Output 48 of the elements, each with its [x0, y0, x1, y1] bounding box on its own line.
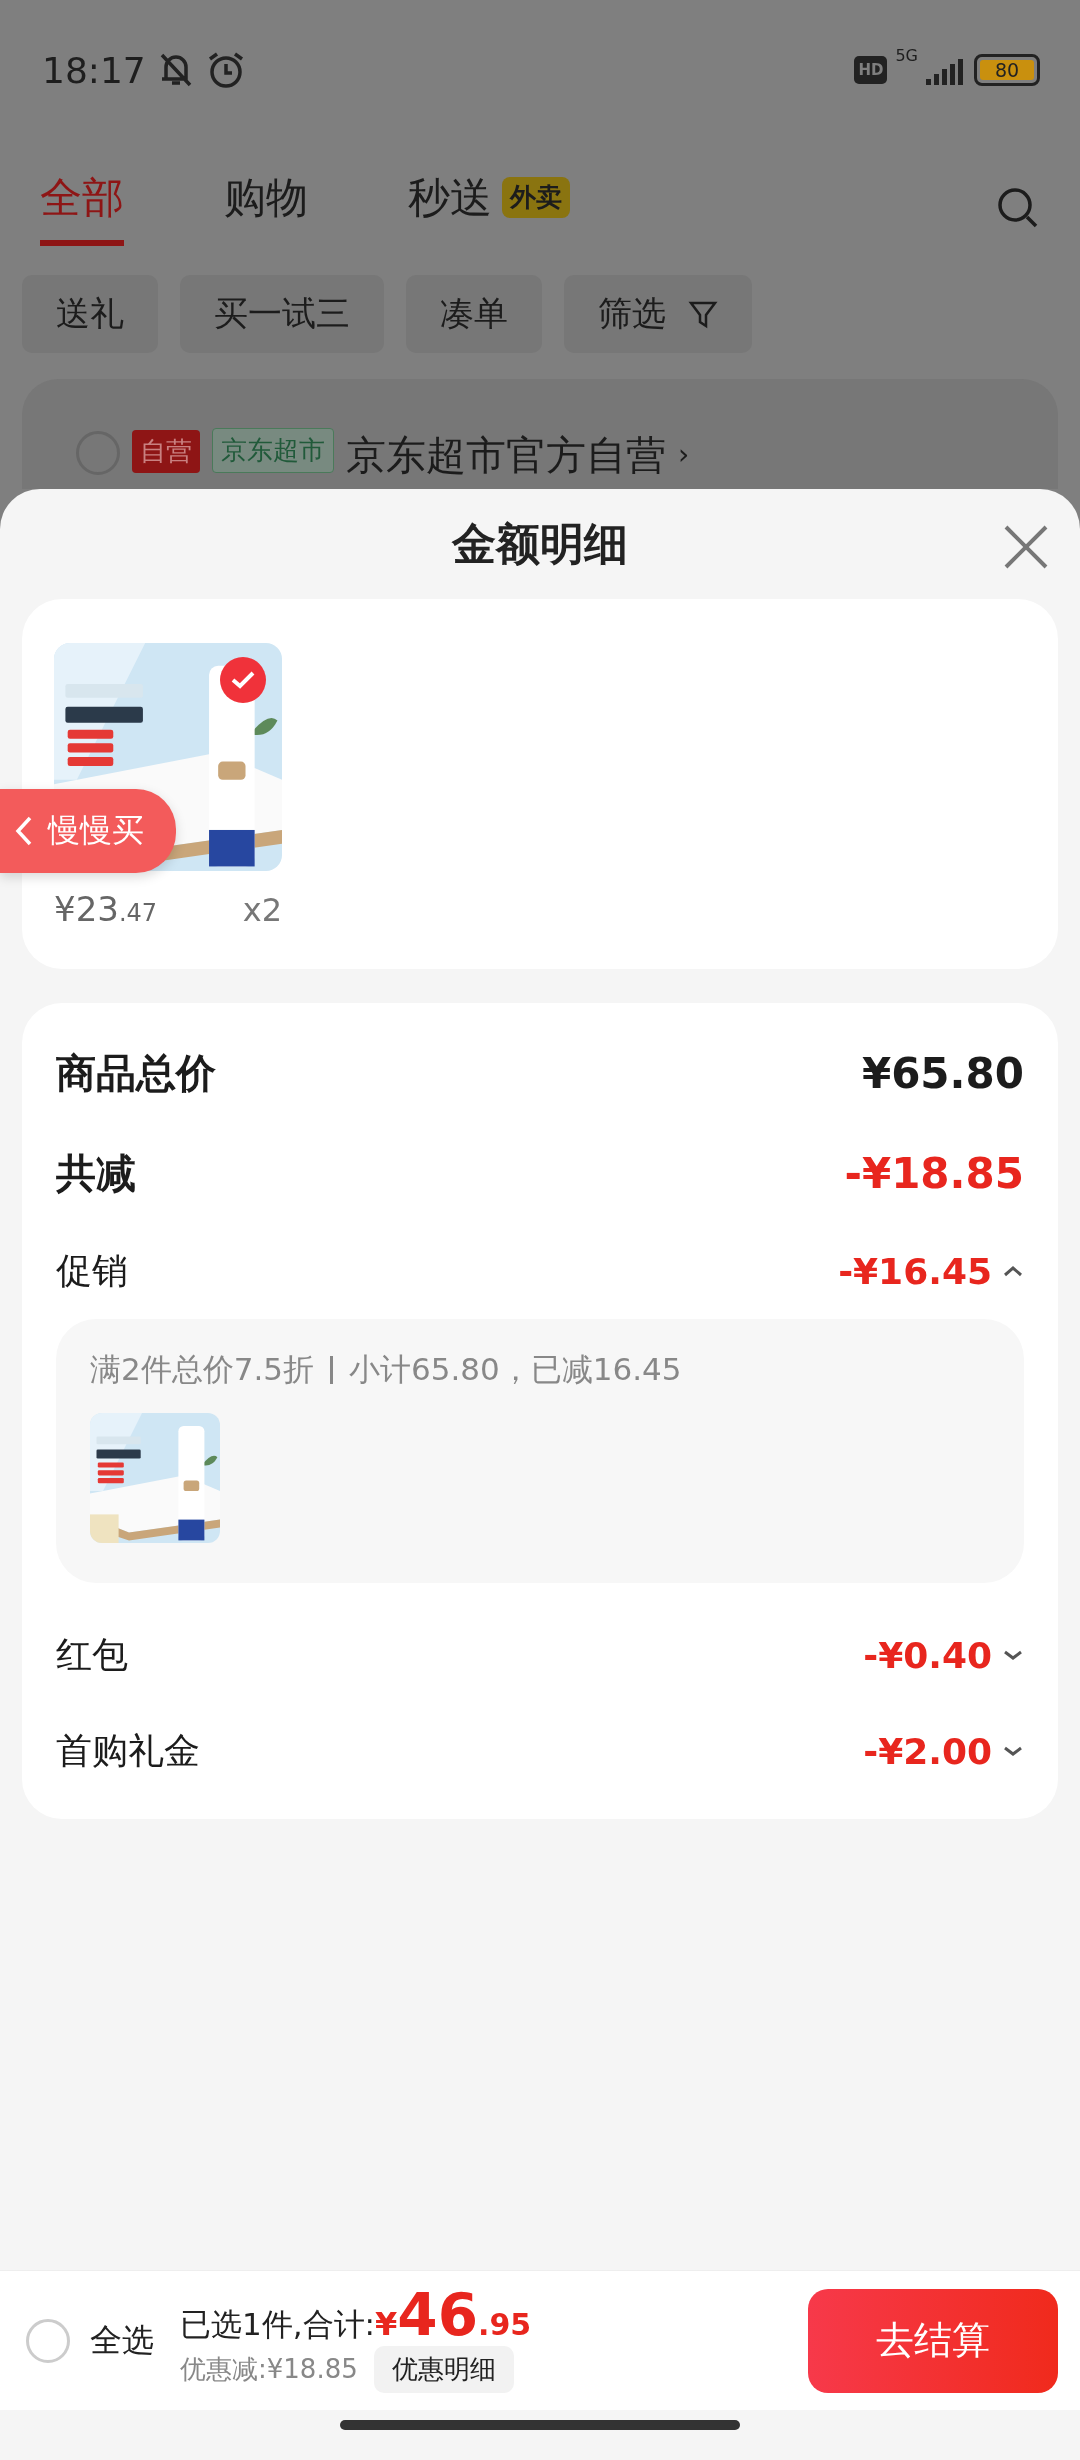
currency-symbol: ¥: [375, 2305, 398, 2343]
summary-label: 红包: [56, 1632, 128, 1677]
select-all-label[interactable]: 全选: [90, 2318, 154, 2363]
floating-button[interactable]: 慢慢买: [0, 789, 176, 873]
discount-detail-button[interactable]: 优惠明细: [373, 2346, 514, 2393]
close-button[interactable]: [1002, 523, 1050, 571]
filter-icon: [688, 299, 718, 329]
check-icon: [230, 670, 256, 690]
summary-label: 促销: [56, 1248, 128, 1293]
chevron-left-icon: [14, 815, 34, 847]
summary-label: 共减: [56, 1148, 136, 1198]
store-arrow: ›: [678, 437, 690, 473]
summary-amount: ¥65.80: [861, 1048, 1024, 1098]
tab-badge: 外卖: [502, 177, 570, 218]
total-decimal: .95: [478, 2307, 532, 2342]
discount-toggle[interactable]: -¥2.00: [863, 1730, 1024, 1772]
network-label: 5G: [895, 46, 918, 65]
promotion-rule: 满2件总价7.5折 小计65.80，已减16.45: [90, 1350, 683, 1389]
filter-chip[interactable]: 筛选: [564, 275, 752, 353]
store-tag: 自营: [132, 430, 200, 473]
search-icon[interactable]: [996, 185, 1040, 230]
summary-label: 首购礼金: [56, 1728, 200, 1773]
category-tab[interactable]: 购物: [224, 169, 308, 246]
filter-chip[interactable]: 凑单: [406, 275, 542, 353]
category-tab[interactable]: 全部: [40, 169, 124, 246]
chevron-up-icon: [1002, 1264, 1024, 1278]
saved-amount: 优惠减:¥18.85: [180, 2353, 358, 2386]
product-price: ¥23.47: [54, 889, 158, 929]
discount-toggle[interactable]: -¥16.45: [838, 1250, 1024, 1292]
select-all-checkbox[interactable]: [26, 2318, 70, 2363]
store-tag: 京东超市: [212, 428, 334, 473]
chevron-down-icon: [1002, 1744, 1024, 1758]
battery-icon: 80: [974, 54, 1040, 86]
total-price: 46: [397, 2288, 478, 2342]
store-name[interactable]: 京东超市官方自营: [346, 435, 666, 475]
clock-time: 18:17: [42, 49, 146, 91]
sheet-title: 金额明细: [452, 516, 628, 571]
summary-label: 商品总价: [56, 1048, 216, 1098]
checkout-button[interactable]: 去结算: [808, 2288, 1058, 2393]
category-tab[interactable]: 秒送 外卖: [408, 169, 570, 246]
filter-chip[interactable]: 送礼: [22, 275, 158, 353]
hd-badge: HD: [854, 56, 888, 84]
filter-chip[interactable]: 买一试三: [180, 275, 384, 353]
selected-summary: 已选1件,合计:: [180, 2305, 376, 2344]
product-quantity: x2: [242, 891, 282, 929]
discount-toggle[interactable]: -¥0.40: [863, 1634, 1024, 1676]
summary-amount: -¥18.85: [844, 1148, 1024, 1198]
chevron-down-icon: [1002, 1648, 1024, 1662]
